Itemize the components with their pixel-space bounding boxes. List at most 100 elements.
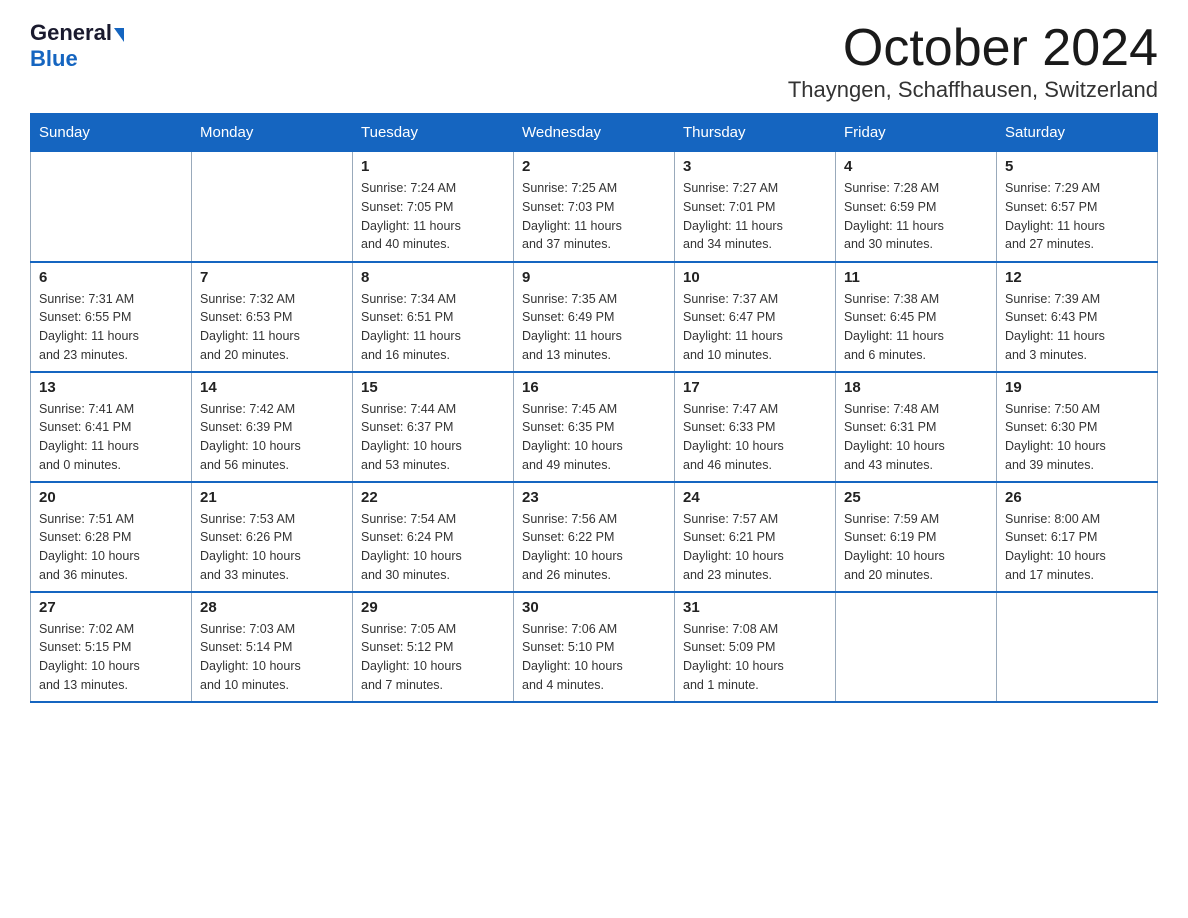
day-number: 3 [683,158,827,175]
day-number: 18 [844,379,988,396]
day-number: 12 [1005,269,1149,286]
calendar-cell: 20 Sunrise: 7:51 AM Sunset: 6:28 PM Dayli… [31,482,192,592]
day-number: 6 [39,269,183,286]
day-number: 20 [39,489,183,506]
calendar-cell: 17 Sunrise: 7:47 AM Sunset: 6:33 PM Dayli… [675,372,836,482]
day-info: Sunrise: 7:37 AM Sunset: 6:47 PM Dayligh… [683,290,827,365]
calendar-cell: 21 Sunrise: 7:53 AM Sunset: 6:26 PM Dayli… [192,482,353,592]
calendar-cell: 30 Sunrise: 7:06 AM Sunset: 5:10 PM Dayli… [514,592,675,702]
col-thursday: Thursday [675,114,836,152]
month-title: October 2024 [788,20,1158,77]
calendar-week-row: 6 Sunrise: 7:31 AM Sunset: 6:55 PM Daylig… [31,262,1158,372]
day-number: 8 [361,269,505,286]
logo-blue-part [112,26,124,40]
day-info: Sunrise: 8:00 AM Sunset: 6:17 PM Dayligh… [1005,510,1149,585]
calendar-cell: 14 Sunrise: 7:42 AM Sunset: 6:39 PM Dayli… [192,372,353,482]
day-info: Sunrise: 7:34 AM Sunset: 6:51 PM Dayligh… [361,290,505,365]
day-info: Sunrise: 7:03 AM Sunset: 5:14 PM Dayligh… [200,620,344,695]
logo-triangle-icon [114,28,124,42]
calendar-cell: 18 Sunrise: 7:48 AM Sunset: 6:31 PM Dayli… [836,372,997,482]
calendar-table: Sunday Monday Tuesday Wednesday Thursday… [30,113,1158,703]
day-number: 11 [844,269,988,286]
day-info: Sunrise: 7:51 AM Sunset: 6:28 PM Dayligh… [39,510,183,585]
day-info: Sunrise: 7:56 AM Sunset: 6:22 PM Dayligh… [522,510,666,585]
calendar-week-row: 13 Sunrise: 7:41 AM Sunset: 6:41 PM Dayli… [31,372,1158,482]
day-number: 16 [522,379,666,396]
day-info: Sunrise: 7:45 AM Sunset: 6:35 PM Dayligh… [522,400,666,475]
calendar-cell: 11 Sunrise: 7:38 AM Sunset: 6:45 PM Dayli… [836,262,997,372]
day-number: 25 [844,489,988,506]
day-info: Sunrise: 7:24 AM Sunset: 7:05 PM Dayligh… [361,179,505,254]
day-number: 27 [39,599,183,616]
day-info: Sunrise: 7:53 AM Sunset: 6:26 PM Dayligh… [200,510,344,585]
calendar-cell [31,152,192,262]
calendar-cell: 8 Sunrise: 7:34 AM Sunset: 6:51 PM Daylig… [353,262,514,372]
calendar-cell: 26 Sunrise: 8:00 AM Sunset: 6:17 PM Dayli… [997,482,1158,592]
col-wednesday: Wednesday [514,114,675,152]
day-number: 10 [683,269,827,286]
day-number: 26 [1005,489,1149,506]
calendar-cell [192,152,353,262]
day-info: Sunrise: 7:39 AM Sunset: 6:43 PM Dayligh… [1005,290,1149,365]
day-info: Sunrise: 7:31 AM Sunset: 6:55 PM Dayligh… [39,290,183,365]
col-sunday: Sunday [31,114,192,152]
day-info: Sunrise: 7:29 AM Sunset: 6:57 PM Dayligh… [1005,179,1149,254]
day-info: Sunrise: 7:47 AM Sunset: 6:33 PM Dayligh… [683,400,827,475]
calendar-cell: 15Sunrise: 7:44 AM Sunset: 6:37 PM Dayli… [353,372,514,482]
day-info: Sunrise: 7:42 AM Sunset: 6:39 PM Dayligh… [200,400,344,475]
day-info: Sunrise: 7:28 AM Sunset: 6:59 PM Dayligh… [844,179,988,254]
calendar-cell: 7Sunrise: 7:32 AM Sunset: 6:53 PM Daylig… [192,262,353,372]
calendar-cell [836,592,997,702]
calendar-week-row: 20 Sunrise: 7:51 AM Sunset: 6:28 PM Dayli… [31,482,1158,592]
calendar-cell: 13 Sunrise: 7:41 AM Sunset: 6:41 PM Dayli… [31,372,192,482]
day-number: 7 [200,269,344,286]
day-info: Sunrise: 7:06 AM Sunset: 5:10 PM Dayligh… [522,620,666,695]
header-row: Sunday Monday Tuesday Wednesday Thursday… [31,114,1158,152]
day-info: Sunrise: 7:27 AM Sunset: 7:01 PM Dayligh… [683,179,827,254]
day-info: Sunrise: 7:38 AM Sunset: 6:45 PM Dayligh… [844,290,988,365]
calendar-cell: 5 Sunrise: 7:29 AM Sunset: 6:57 PM Daylig… [997,152,1158,262]
calendar-cell: 19 Sunrise: 7:50 AM Sunset: 6:30 PM Dayli… [997,372,1158,482]
day-info: Sunrise: 7:54 AM Sunset: 6:24 PM Dayligh… [361,510,505,585]
calendar-body: 1 Sunrise: 7:24 AM Sunset: 7:05 PM Daylig… [31,152,1158,702]
day-number: 30 [522,599,666,616]
col-tuesday: Tuesday [353,114,514,152]
calendar-header: Sunday Monday Tuesday Wednesday Thursday… [31,114,1158,152]
calendar-cell: 23 Sunrise: 7:56 AM Sunset: 6:22 PM Dayli… [514,482,675,592]
calendar-cell: 9Sunrise: 7:35 AM Sunset: 6:49 PM Daylig… [514,262,675,372]
title-block: October 2024 Thayngen, Schaffhausen, Swi… [788,20,1158,103]
calendar-cell: 10 Sunrise: 7:37 AM Sunset: 6:47 PM Dayli… [675,262,836,372]
calendar-cell: 3 Sunrise: 7:27 AM Sunset: 7:01 PM Daylig… [675,152,836,262]
col-monday: Monday [192,114,353,152]
calendar-week-row: 1 Sunrise: 7:24 AM Sunset: 7:05 PM Daylig… [31,152,1158,262]
day-number: 5 [1005,158,1149,175]
day-info: Sunrise: 7:50 AM Sunset: 6:30 PM Dayligh… [1005,400,1149,475]
day-info: Sunrise: 7:05 AM Sunset: 5:12 PM Dayligh… [361,620,505,695]
day-number: 13 [39,379,183,396]
day-number: 1 [361,158,505,175]
logo-general-text: General [30,20,112,46]
calendar-cell: 28 Sunrise: 7:03 AM Sunset: 5:14 PM Dayli… [192,592,353,702]
day-number: 21 [200,489,344,506]
day-info: Sunrise: 7:44 AM Sunset: 6:37 PM Dayligh… [361,400,505,475]
day-number: 29 [361,599,505,616]
location-title: Thayngen, Schaffhausen, Switzerland [788,77,1158,103]
calendar-cell: 6 Sunrise: 7:31 AM Sunset: 6:55 PM Daylig… [31,262,192,372]
day-number: 28 [200,599,344,616]
day-info: Sunrise: 7:48 AM Sunset: 6:31 PM Dayligh… [844,400,988,475]
day-info: Sunrise: 7:02 AM Sunset: 5:15 PM Dayligh… [39,620,183,695]
day-info: Sunrise: 7:41 AM Sunset: 6:41 PM Dayligh… [39,400,183,475]
calendar-cell: 29 Sunrise: 7:05 AM Sunset: 5:12 PM Dayli… [353,592,514,702]
day-number: 23 [522,489,666,506]
calendar-cell: 16 Sunrise: 7:45 AM Sunset: 6:35 PM Dayli… [514,372,675,482]
calendar-cell: 12 Sunrise: 7:39 AM Sunset: 6:43 PM Dayli… [997,262,1158,372]
day-info: Sunrise: 7:57 AM Sunset: 6:21 PM Dayligh… [683,510,827,585]
calendar-cell: 27 Sunrise: 7:02 AM Sunset: 5:15 PM Dayli… [31,592,192,702]
col-friday: Friday [836,114,997,152]
day-number: 17 [683,379,827,396]
day-number: 19 [1005,379,1149,396]
day-number: 14 [200,379,344,396]
calendar-cell: 4Sunrise: 7:28 AM Sunset: 6:59 PM Daylig… [836,152,997,262]
calendar-cell: 24Sunrise: 7:57 AM Sunset: 6:21 PM Dayli… [675,482,836,592]
calendar-week-row: 27 Sunrise: 7:02 AM Sunset: 5:15 PM Dayli… [31,592,1158,702]
